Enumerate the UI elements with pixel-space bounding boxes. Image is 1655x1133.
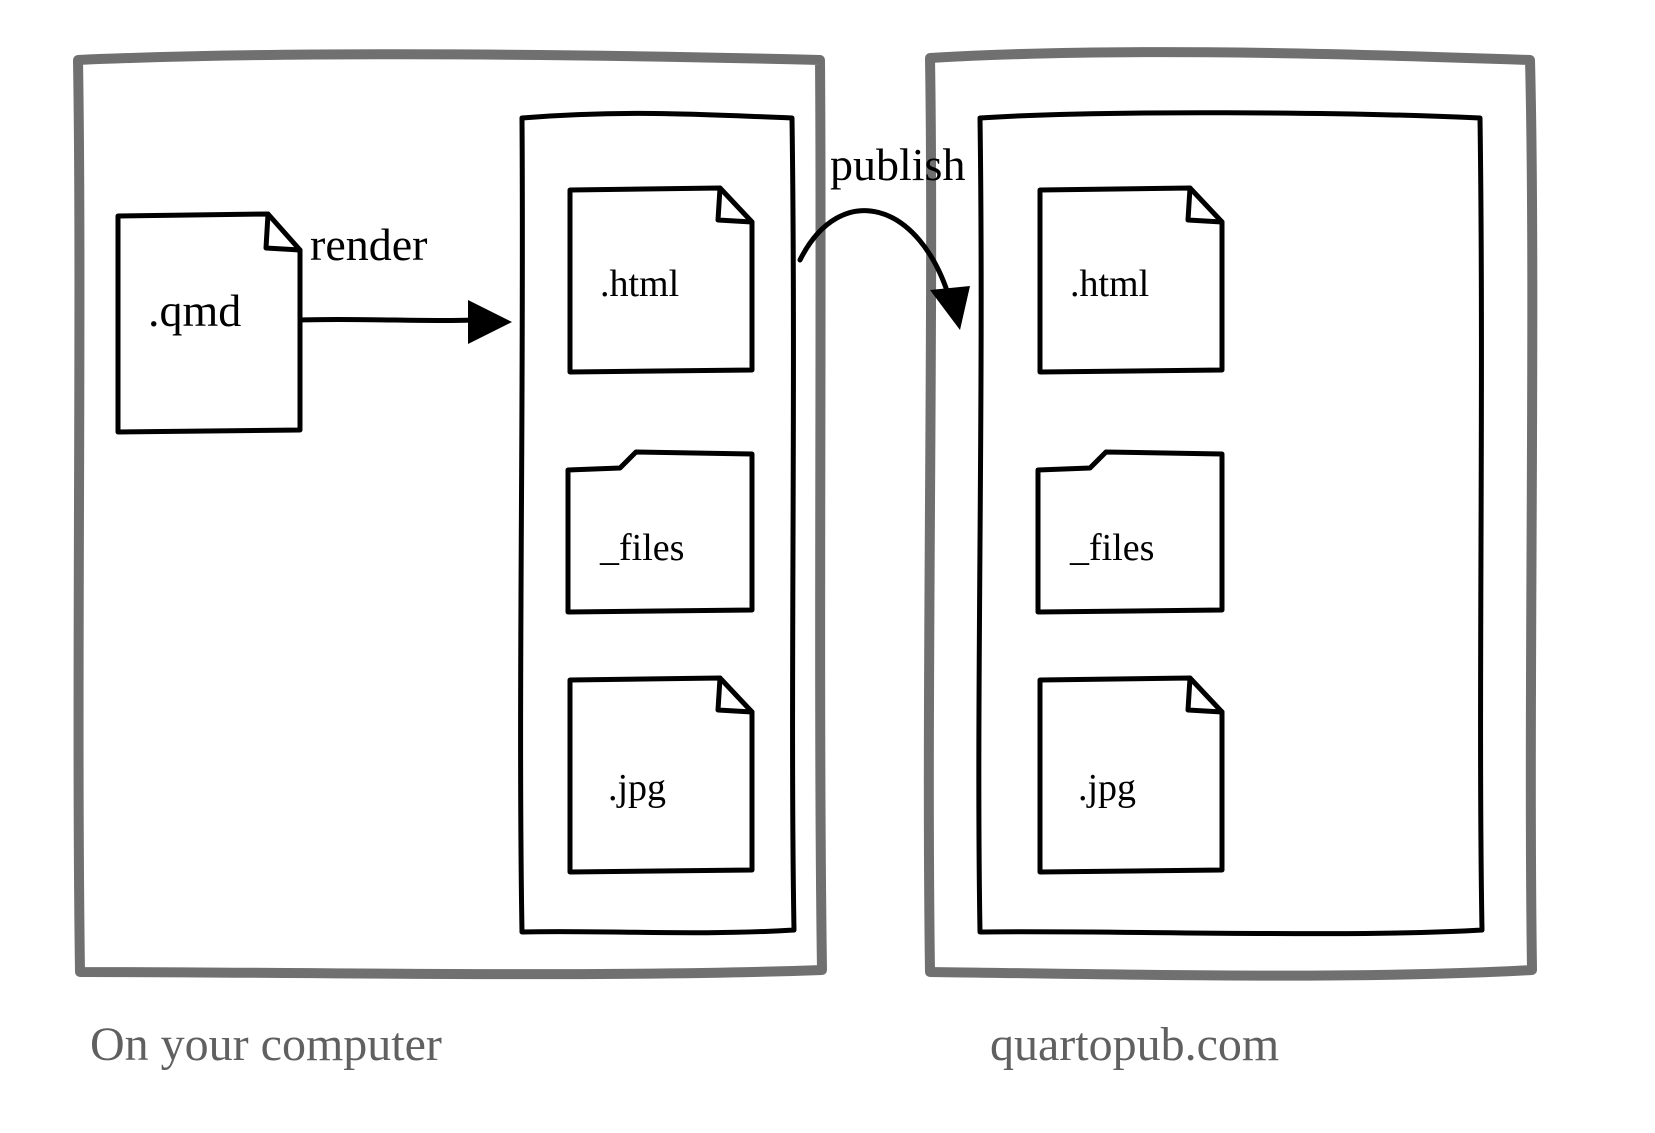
remote-caption: quartopub.com	[990, 1018, 1279, 1071]
local-html-label: .html	[600, 263, 679, 305]
publish-label: publish	[830, 139, 965, 190]
render-label: render	[310, 219, 427, 270]
local-jpg-label: .jpg	[608, 767, 666, 809]
local-caption: On your computer	[90, 1018, 442, 1071]
local-computer-box	[78, 54, 822, 974]
render-arrow	[300, 300, 512, 344]
publish-flow-diagram: .qmd render .html _files .jpg publish .h…	[0, 0, 1655, 1133]
remote-output-container	[979, 113, 1482, 934]
source-file-label: .qmd	[148, 285, 241, 336]
remote-html-label: .html	[1070, 263, 1149, 305]
remote-server-box	[929, 52, 1532, 976]
local-files-label: _files	[599, 527, 684, 569]
remote-files-label: _files	[1069, 527, 1154, 569]
remote-jpg-label: .jpg	[1078, 767, 1136, 809]
